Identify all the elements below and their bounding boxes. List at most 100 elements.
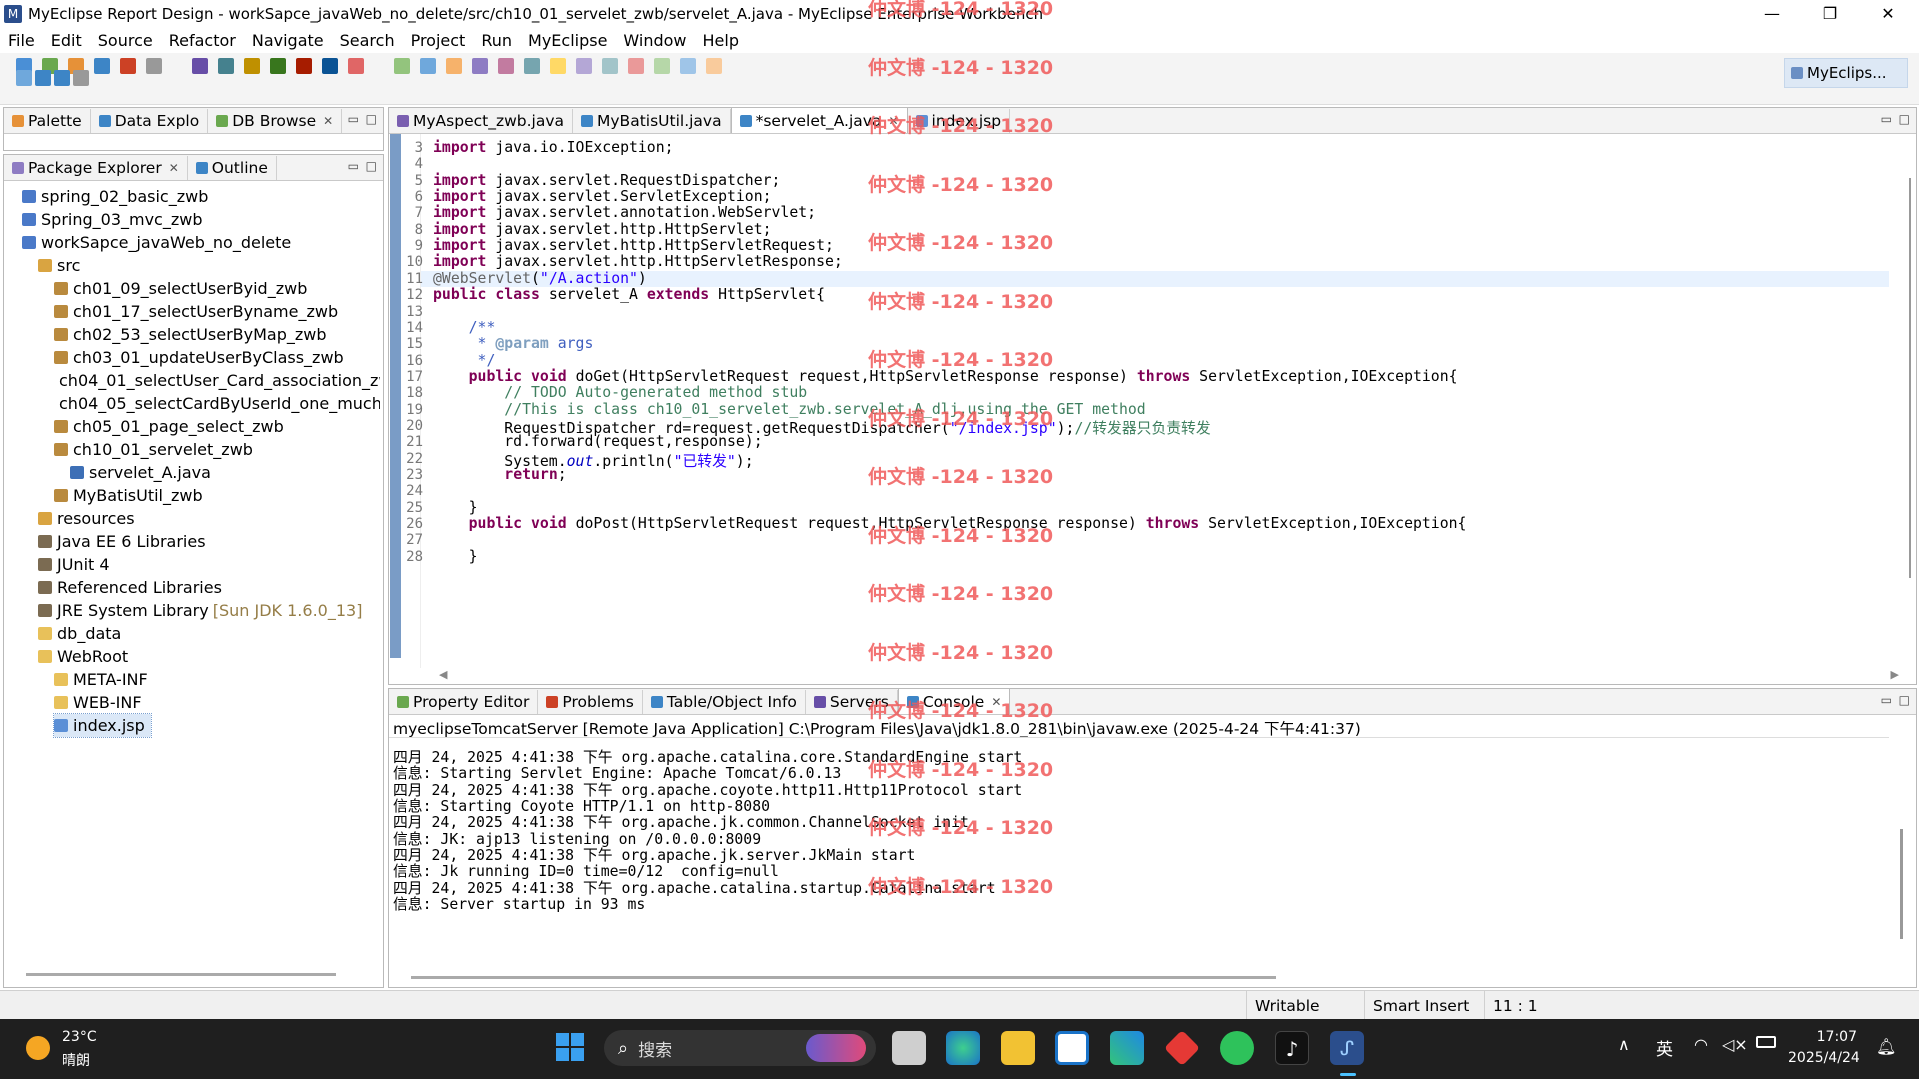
maximize-button[interactable]: ❐ [1801,0,1859,27]
maximize-view-icon[interactable]: □ [366,112,377,126]
menu-project[interactable]: Project [403,31,474,50]
tree-node-ch04-01-selectuser-card-association-zw[interactable]: ch04_01_selectUser_Card_association_zw [8,369,380,392]
tree-node-spring-03-mvc-zwb[interactable]: Spring_03_mvc_zwb [8,208,380,231]
deploy-icon[interactable] [120,58,136,74]
prev-annotation-icon[interactable] [654,58,670,74]
view-tab-db-browse[interactable]: DB Browse ✕ [208,109,343,133]
code-line[interactable]: import javax.servlet.ServletException; [433,188,772,205]
new-web-project-icon[interactable] [244,58,260,74]
debug-icon[interactable] [270,58,286,74]
battery-icon[interactable] [1756,1036,1776,1048]
tree-node-meta-inf[interactable]: META-INF [8,668,380,691]
console-horizontal-scrollbar[interactable] [411,976,1276,979]
minimize-view-icon[interactable]: ▭ [1881,112,1892,126]
wechat-icon[interactable] [1220,1031,1254,1065]
tree-node-ch02-53-selectuserbymap-zwb[interactable]: ch02_53_selectUserByMap_zwb [8,323,380,346]
save-all-icon[interactable] [54,70,70,86]
tree-node-spring-02-basic-zwb[interactable]: spring_02_basic_zwb [8,185,380,208]
app-grid-icon[interactable] [1110,1031,1144,1065]
volume-muted-icon[interactable]: ◁× [1722,1035,1748,1054]
tree-node-ch01-17-selectuserbyname-zwb[interactable]: ch01_17_selectUserByname_zwb [8,300,380,323]
clock-date[interactable]: 2025/4/24 [1788,1050,1860,1066]
edge-browser-icon[interactable] [946,1031,980,1065]
menu-help[interactable]: Help [695,31,747,50]
weather-sun-icon[interactable] [26,1036,50,1060]
view-tab-table-object-info[interactable]: Table/Object Info [643,690,806,714]
windows-start-icon[interactable] [556,1033,584,1061]
taskbar-search-box[interactable]: ⌕ 搜索 [604,1030,876,1066]
show-hidden-icons-chevron-icon[interactable]: ∧ [1618,1035,1630,1054]
run-server-icon[interactable] [192,58,208,74]
code-line[interactable]: * @param args [433,335,594,352]
tree-node-resources[interactable]: resources [8,507,380,530]
view-tab-problems[interactable]: Problems [538,690,643,714]
pin-icon[interactable] [472,58,488,74]
tree-node-index-jsp[interactable]: index.jsp [53,713,152,738]
code-line[interactable]: import javax.servlet.http.HttpServletRes… [433,253,843,270]
maximize-view-icon[interactable]: □ [366,159,377,173]
menu-file[interactable]: File [0,31,43,50]
minimize-view-icon[interactable]: ▭ [348,159,359,173]
wifi-icon[interactable]: ◠ [1694,1035,1708,1054]
menu-search[interactable]: Search [332,31,403,50]
toggle-breadcrumb-icon[interactable] [524,58,540,74]
menu-navigate[interactable]: Navigate [244,31,332,50]
tree-node-ch10-01-servelet-zwb[interactable]: ch10_01_servelet_zwb [8,438,380,461]
code-line[interactable]: import javax.servlet.annotation.WebServl… [433,204,816,221]
clock-time[interactable]: 17:07 [1797,1029,1857,1045]
stop-server-icon[interactable] [218,58,234,74]
menu-window[interactable]: Window [615,31,694,50]
code-line[interactable]: */ [433,352,496,369]
minimize-view-icon[interactable]: ▭ [1881,693,1892,707]
minimize-button[interactable]: — [1743,0,1801,27]
history-icon[interactable] [706,58,722,74]
tree-node-webroot[interactable]: WebRoot [8,645,380,668]
console-vertical-scrollbar[interactable] [1900,829,1903,939]
nav-back-icon[interactable] [550,58,566,74]
tree-node-referenced-libraries[interactable]: Referenced Libraries [8,576,380,599]
input-method-indicator[interactable]: 英 [1656,1035,1673,1060]
tree-node-ch05-01-page-select-zwb[interactable]: ch05_01_page_select_zwb [8,415,380,438]
editor-vertical-scrollbar[interactable] [1909,178,1911,578]
view-tab-package-explorer[interactable]: Package Explorer ✕ [4,156,188,180]
tree-node-ch04-05-selectcardbyuserid-one-much[interactable]: ch04_05_selectCardByUserId_one_much_ [8,392,380,415]
file-explorer-icon[interactable] [1001,1031,1035,1065]
view-tab-outline[interactable]: Outline [188,156,277,180]
tree-node-ch01-09-selectuserbyid-zwb[interactable]: ch01_09_selectUserByid_zwb [8,277,380,300]
task-view-icon[interactable] [892,1031,926,1065]
new-server-icon[interactable] [94,58,110,74]
code-line[interactable]: import javax.servlet.RequestDispatcher; [433,172,780,189]
build-icon[interactable] [394,58,410,74]
code-line[interactable]: } [433,548,478,565]
view-tab-palette[interactable]: Palette [4,109,91,133]
view-tab-data-explo[interactable]: Data Explo [91,109,209,133]
view-tab-property-editor[interactable]: Property Editor [389,690,539,714]
tree-node-junit-4[interactable]: JUnit 4 [8,553,380,576]
code-line[interactable]: rd.forward(request,response); [433,433,762,450]
tree-node-ch03-01-updateuserbyclass-zwb[interactable]: ch03_01_updateUserByClass_zwb [8,346,380,369]
microsoft-store-icon[interactable] [1055,1031,1089,1065]
editor-tab-mybatisutil-java[interactable]: MyBatisUtil.java [573,109,731,133]
mark-icon[interactable] [498,58,514,74]
code-line[interactable]: return; [433,466,566,483]
menu-myeclipse[interactable]: MyEclipse [520,31,615,50]
tab-close-icon[interactable]: ✕ [169,161,179,175]
tree-node-worksapce-javaweb-no-delete[interactable]: workSapce_javaWeb_no_delete [8,231,380,254]
open-folder-icon[interactable] [348,58,364,74]
perspective-myeclipse-button[interactable]: MyEclips... [1784,58,1908,88]
weather-description[interactable]: 晴朗 [62,1050,90,1070]
myeclipse-taskbar-icon[interactable]: ᔑ [1330,1031,1364,1065]
external-tools-icon[interactable] [322,58,338,74]
weather-temperature[interactable]: 23°C [62,1029,97,1045]
last-edit-icon[interactable] [680,58,696,74]
code-line[interactable]: import java.io.IOException; [433,139,674,156]
console-output[interactable]: 四月 24, 2025 4:41:38 下午 org.apache.catali… [389,737,1889,937]
code-line[interactable]: import javax.servlet.http.HttpServletReq… [433,237,834,254]
print-icon[interactable] [73,70,89,86]
close-button[interactable]: ✕ [1859,0,1917,27]
open-task-icon[interactable] [446,58,462,74]
menu-source[interactable]: Source [90,31,161,50]
code-line[interactable]: // TODO Auto-generated method stub [433,384,807,401]
tree-node-db-data[interactable]: db_data [8,622,380,645]
tree-node-jre-system-library[interactable]: JRE System Library [Sun JDK 1.6.0_13] [8,599,380,622]
